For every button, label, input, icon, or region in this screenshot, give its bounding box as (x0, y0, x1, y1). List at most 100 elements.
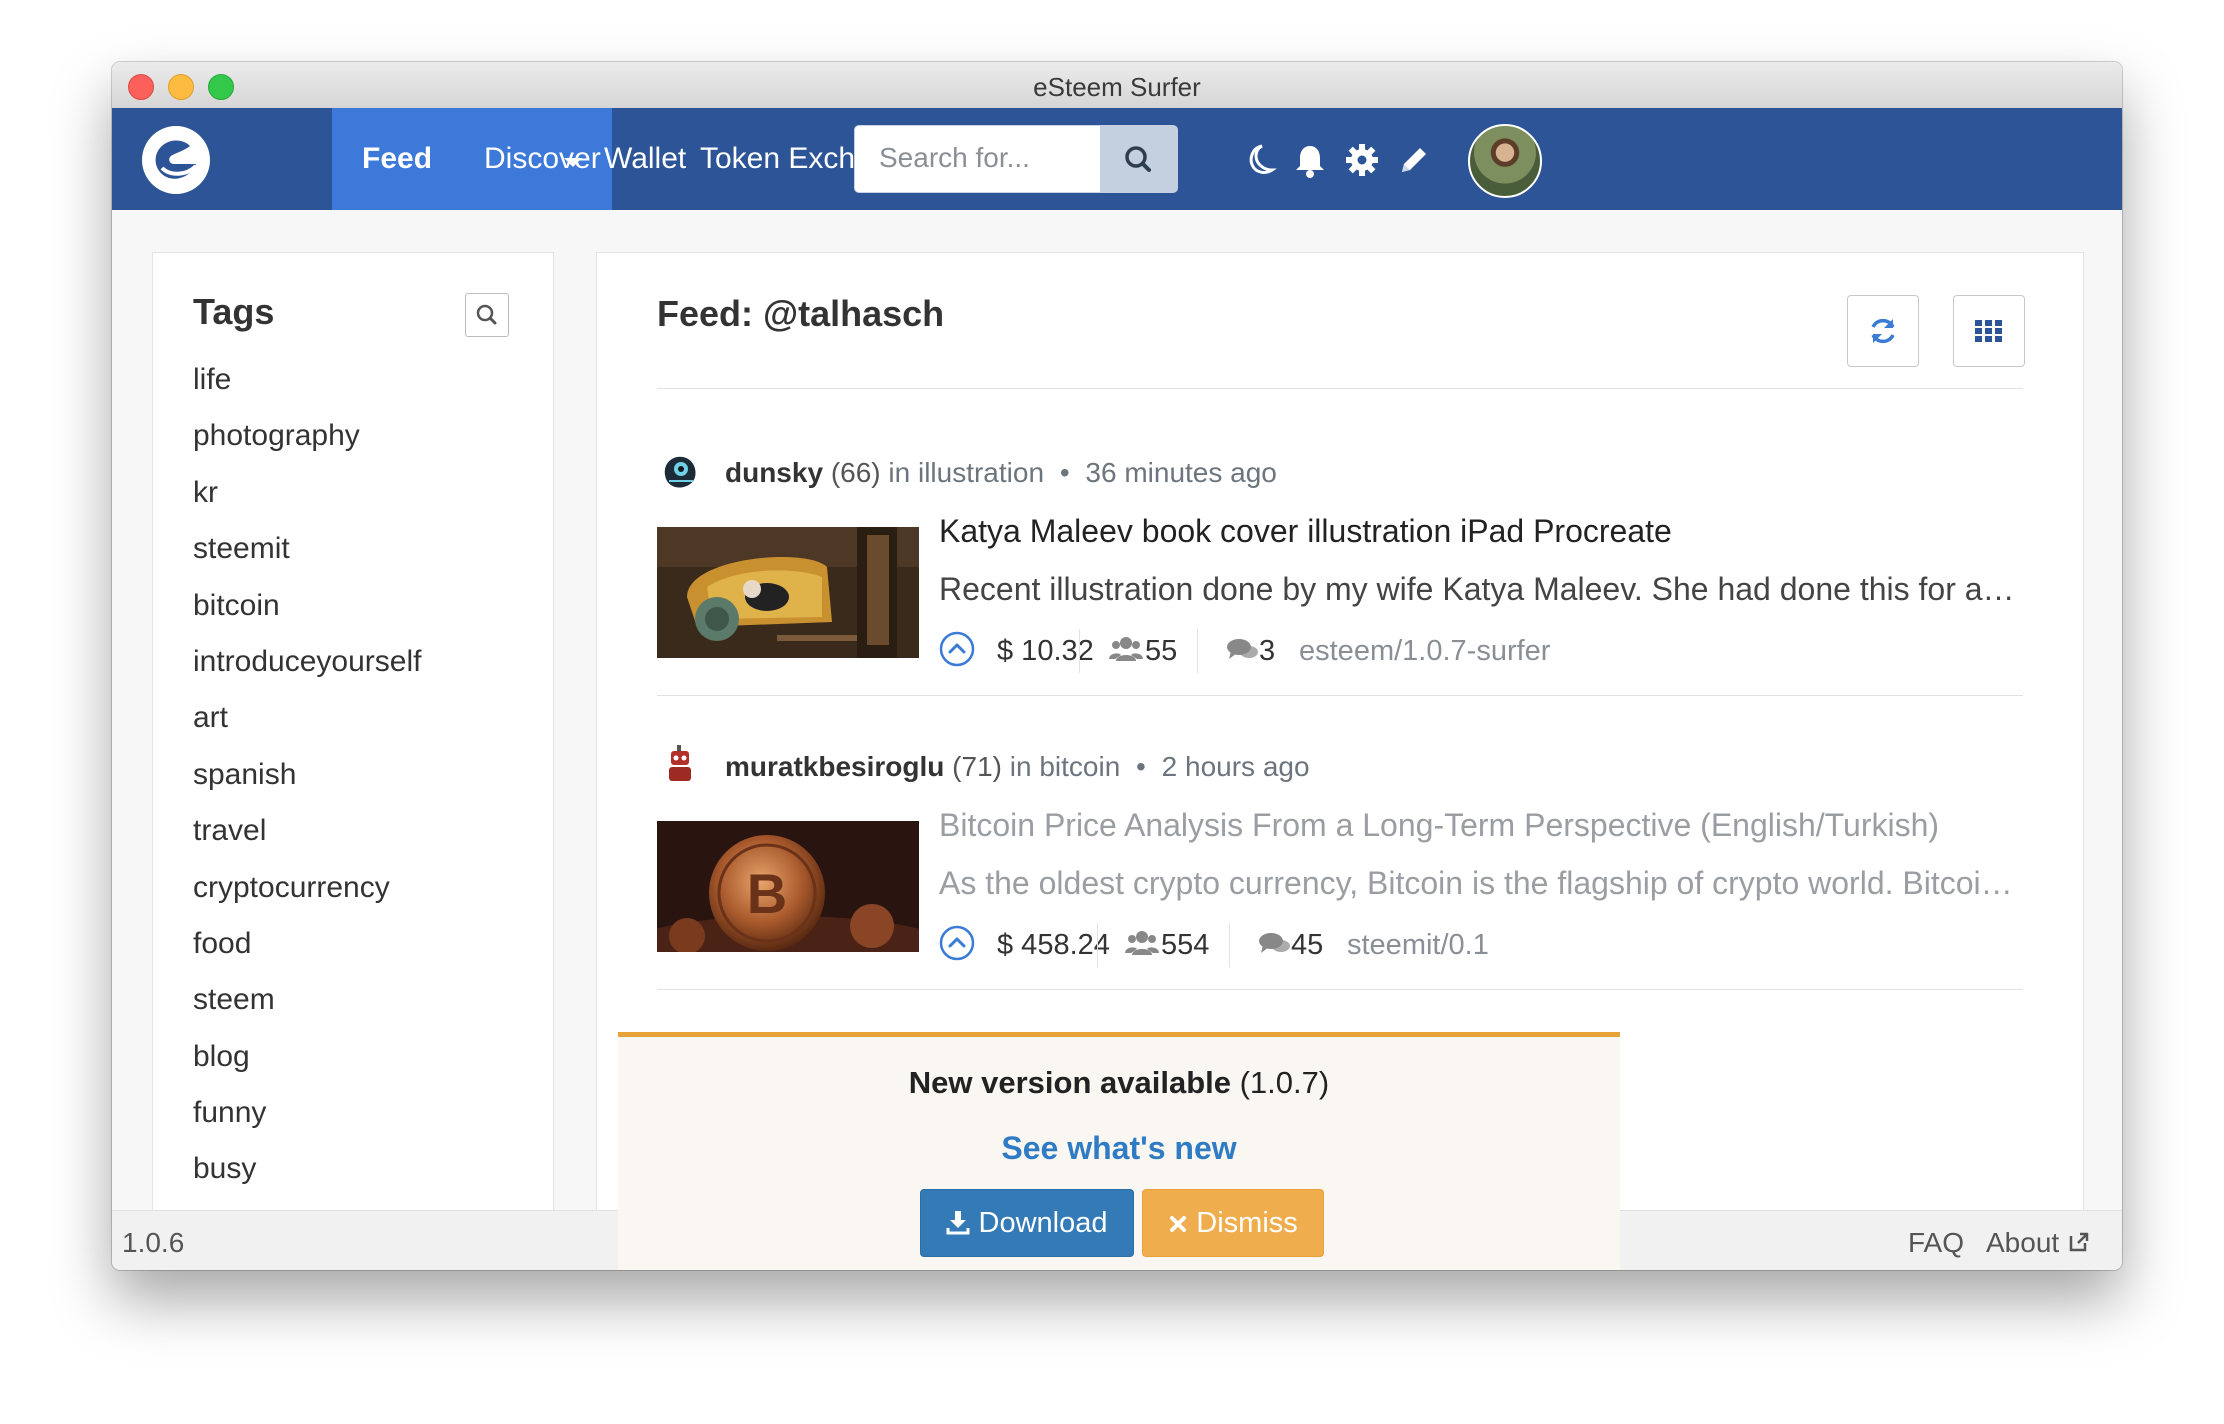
dismiss-button[interactable]: Dismiss (1142, 1189, 1324, 1257)
faq-link[interactable]: FAQ (1908, 1227, 1964, 1259)
user-avatar[interactable] (1468, 124, 1542, 198)
title-bar: eSteem Surfer (112, 62, 2122, 109)
vote-count[interactable]: 554 (1161, 929, 1209, 962)
post-app-source: esteem/1.0.7-surfer (1299, 635, 1551, 667)
comments-icon (1257, 929, 1291, 967)
refresh-icon (1871, 318, 1895, 344)
post-time: 36 minutes ago (1085, 457, 1277, 488)
post-thumbnail[interactable] (657, 527, 919, 658)
payout-amount[interactable]: $ 458.24 (997, 929, 1110, 962)
tag-item[interactable]: food (193, 927, 421, 983)
tag-item[interactable]: cryptocurrency (193, 871, 421, 927)
tag-item[interactable]: photography (193, 419, 421, 475)
post-app-source: steemit/0.1 (1347, 929, 1489, 961)
author-name[interactable]: muratkbesiroglu (725, 751, 944, 782)
about-link[interactable]: About (1986, 1227, 2091, 1259)
search-button[interactable] (1100, 125, 1178, 193)
esteem-logo[interactable] (140, 124, 212, 196)
upvote-icon (939, 631, 975, 667)
update-headline: New version available (908, 1065, 1231, 1100)
post-meta: dunsky (66) in illustration • 36 minutes… (725, 457, 1277, 489)
tag-item[interactable]: steem (193, 983, 421, 1039)
vote-count[interactable]: 55 (1145, 635, 1177, 668)
tag-item[interactable]: travel (193, 814, 421, 870)
author-name[interactable]: dunsky (725, 457, 823, 488)
post-meta: muratkbesiroglu (71) in bitcoin • 2 hour… (725, 751, 1310, 783)
esteem-logo-icon (142, 126, 210, 194)
download-label: Download (978, 1207, 1108, 1239)
divider (657, 388, 2023, 389)
update-version: (1.0.7) (1239, 1065, 1330, 1100)
update-notification: New version available (1.0.7) See what's… (618, 1032, 1620, 1270)
comment-count[interactable]: 45 (1291, 929, 1323, 962)
feed-title: Feed: @talhasch (657, 293, 945, 334)
author-avatar[interactable] (657, 743, 703, 789)
tag-item[interactable]: kr (193, 476, 421, 532)
nav-discover[interactable]: Discover (484, 142, 601, 176)
divider (1229, 923, 1230, 967)
nav-feed-label: Feed (362, 142, 433, 175)
divider (657, 989, 2023, 990)
post-title[interactable]: Katya Maleev book cover illustration iPa… (939, 513, 1672, 550)
upvote-button[interactable] (939, 925, 975, 961)
download-button[interactable]: Download (920, 1189, 1134, 1257)
comment-count[interactable]: 3 (1259, 635, 1275, 668)
users-icon (1125, 929, 1159, 967)
tag-item[interactable]: art (193, 701, 421, 757)
grid-view-button[interactable] (1953, 295, 2025, 367)
author-avatar[interactable] (657, 449, 703, 495)
post-title[interactable]: Bitcoin Price Analysis From a Long-Term … (939, 807, 1939, 844)
tags-list: life photography kr steemit bitcoin intr… (193, 363, 421, 1209)
search-input[interactable] (855, 126, 1089, 190)
divider (1197, 629, 1198, 673)
divider (1097, 923, 1098, 967)
post-summary[interactable]: Recent illustration done by my wife Katy… (939, 571, 2023, 608)
tag-item[interactable]: spanish (193, 758, 421, 814)
search-icon (476, 304, 497, 325)
gear-icon[interactable] (1340, 138, 1384, 182)
search-field (854, 125, 1101, 193)
separator-dot: • (1059, 457, 1070, 488)
bell-icon[interactable] (1288, 138, 1332, 182)
post-category[interactable]: illustration (918, 457, 1044, 488)
window-title: eSteem Surfer (1033, 72, 1201, 102)
post-summary[interactable]: As the oldest crypto currency, Bitcoin i… (939, 865, 2023, 902)
post-footer: $ 10.32 55 3 esteem/1.0.7-surfer (939, 629, 2023, 675)
nav-wallet[interactable]: Wallet (604, 142, 686, 176)
comments-icon (1225, 635, 1259, 673)
tag-item[interactable]: funny (193, 1096, 421, 1152)
tags-title: Tags (193, 291, 275, 332)
users-icon (1109, 635, 1143, 673)
tag-item[interactable]: bitcoin (193, 589, 421, 645)
separator-dot: • (1136, 751, 1146, 782)
update-message: New version available (1.0.7) (618, 1065, 1620, 1101)
in-label: in (1009, 751, 1032, 782)
whats-new-link[interactable]: See what's new (618, 1130, 1620, 1167)
tag-item[interactable]: busy (193, 1152, 421, 1208)
external-link-icon (2069, 1232, 2089, 1252)
dismiss-label: Dismiss (1196, 1207, 1298, 1239)
close-icon (1170, 1216, 1187, 1232)
app-window: eSteem Surfer Feed Discover Wallet Token… (112, 62, 2122, 1270)
about-label: About (1986, 1227, 2060, 1258)
author-reputation: (66) (830, 457, 881, 488)
refresh-button[interactable] (1847, 295, 1919, 367)
moon-icon[interactable] (1236, 138, 1280, 182)
download-icon (946, 1211, 970, 1235)
grid-icon (1975, 320, 2002, 342)
post-category[interactable]: bitcoin (1039, 751, 1120, 782)
post-header: dunsky (66) in illustration • 36 minutes… (657, 449, 2023, 499)
tag-item[interactable]: introduceyourself (193, 645, 421, 701)
tag-item[interactable]: life (193, 363, 421, 419)
tag-item[interactable]: steemit (193, 532, 421, 588)
post-thumbnail[interactable]: B (657, 821, 919, 952)
upvote-button[interactable] (939, 631, 975, 667)
pencil-icon[interactable] (1392, 138, 1436, 182)
divider (657, 695, 2023, 696)
tag-item[interactable]: blog (193, 1040, 421, 1096)
divider (1079, 629, 1080, 673)
search-icon (1125, 146, 1151, 172)
post-header: muratkbesiroglu (71) in bitcoin • 2 hour… (657, 743, 2023, 793)
tags-search-button[interactable] (465, 293, 509, 337)
tags-panel: Tags life photography kr steemit bitcoin… (152, 252, 554, 1244)
